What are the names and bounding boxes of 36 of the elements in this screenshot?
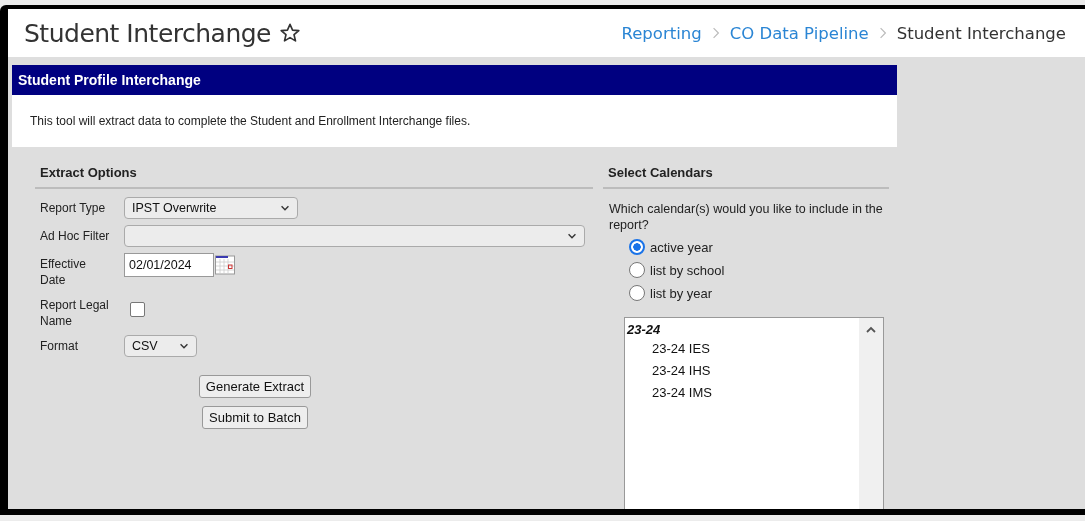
radio-label[interactable]: active year	[650, 239, 713, 255]
list-option[interactable]: 23-24 IHS	[627, 360, 859, 382]
field-label: Format	[40, 338, 79, 354]
dropdown[interactable]: CSV	[124, 335, 197, 357]
radio-button[interactable]	[629, 285, 645, 301]
breadcrumb-link[interactable]: Reporting	[621, 23, 702, 43]
dropdown[interactable]: IPST Overwrite	[124, 197, 298, 219]
radio-button[interactable]	[629, 262, 645, 278]
calendar-icon[interactable]	[215, 255, 235, 275]
field-label: Report Legal Name	[40, 297, 110, 329]
description-text: This tool will extract data to complete the Student and Enrollment Interchange files.	[30, 114, 471, 128]
chevron-icon	[878, 26, 887, 40]
list-option[interactable]: 23-24 IES	[627, 338, 859, 360]
checkbox[interactable]	[130, 302, 145, 317]
field-label: Ad Hoc Filter	[40, 228, 111, 244]
field-label: Effective Date	[40, 256, 87, 288]
field-label: Report Type	[40, 200, 107, 216]
action-button[interactable]: Generate Extract	[198, 375, 312, 398]
radio-button[interactable]	[629, 239, 645, 255]
page-title: Student Interchange	[24, 18, 271, 48]
action-button[interactable]: Submit to Batch	[202, 406, 308, 429]
date-field[interactable]: 02/01/2024	[124, 253, 214, 277]
prompt-text: Which calendar(s) would you like to include in the report?	[608, 201, 884, 233]
star-icon[interactable]	[279, 22, 301, 44]
scrollbar[interactable]	[859, 318, 883, 509]
panel-title: Student Profile Interchange	[18, 72, 201, 88]
breadcrumb-link[interactable]: CO Data Pipeline	[729, 23, 869, 43]
section-heading: Select Calendars	[603, 165, 889, 189]
calendar-list[interactable]: 23-24 23-24 IES 23-24 IHS 23-24 IMS	[624, 317, 884, 509]
radio-label[interactable]: list by year	[650, 285, 713, 301]
list-group-label: 23-24	[627, 321, 662, 338]
breadcrumb-current: Student Interchange	[896, 23, 1066, 43]
list-option[interactable]: 23-24 IMS	[627, 382, 859, 404]
radio-label[interactable]: list by school	[650, 262, 725, 278]
section-heading: Extract Options	[35, 165, 593, 189]
chevron-icon	[711, 26, 720, 40]
